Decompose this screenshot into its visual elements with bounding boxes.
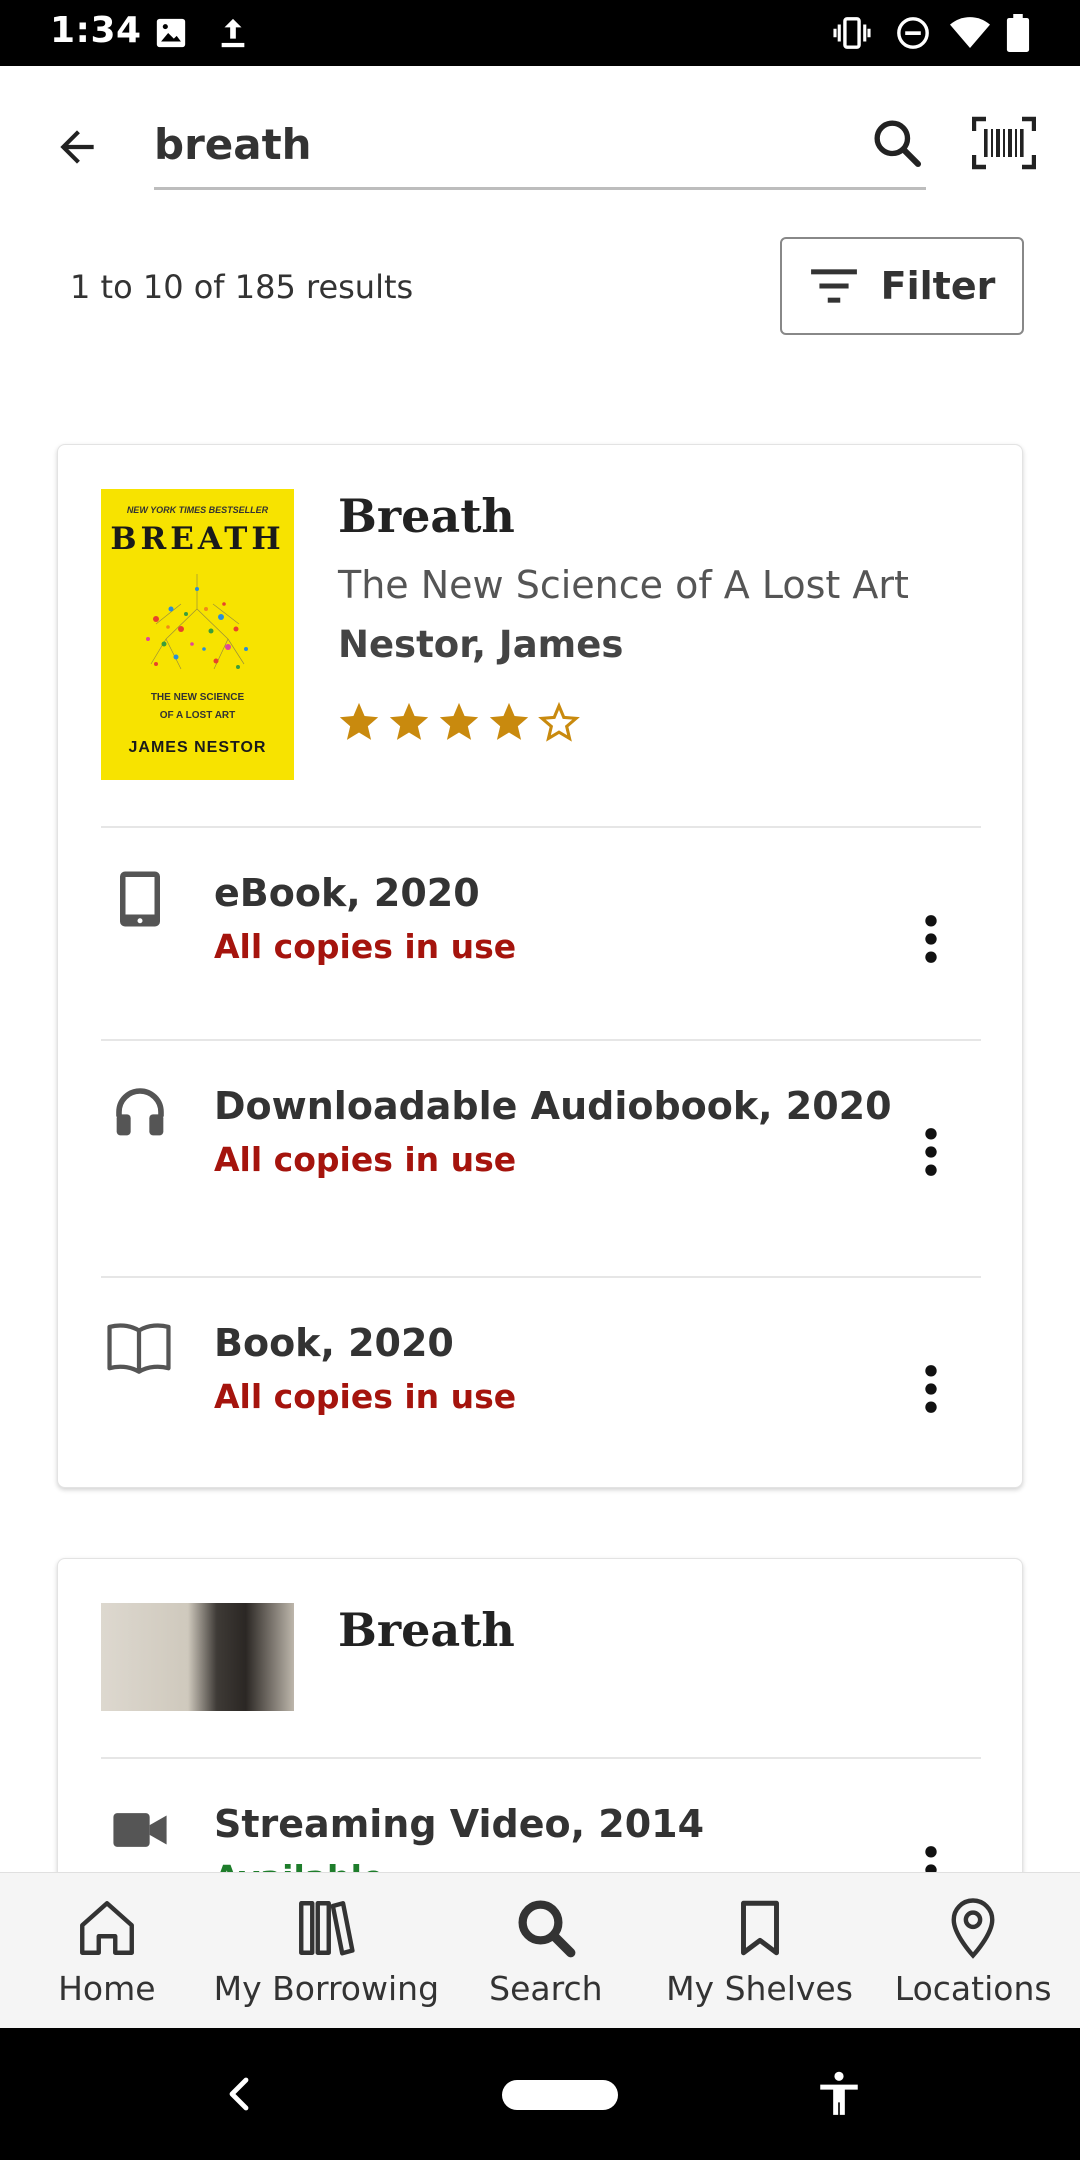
- nav-label: My Borrowing: [213, 1969, 440, 2008]
- search-icon: [518, 1900, 576, 1958]
- item-title[interactable]: Breath: [338, 1603, 515, 1657]
- availability-status: All copies in use: [214, 1377, 517, 1416]
- do-not-disturb-icon: [896, 16, 930, 55]
- availability-status: All copies in use: [214, 927, 517, 966]
- video-cover[interactable]: [101, 1603, 294, 1711]
- location-pin-icon: [951, 1898, 995, 1959]
- bookmark-icon: [740, 1900, 779, 1956]
- headphones-icon: [108, 1080, 172, 1144]
- format-name: eBook, 2020: [214, 871, 480, 915]
- book-cover[interactable]: NEW YORK TIMES BESTSELLER BREATH THE NEW…: [101, 489, 294, 780]
- cover-lungs-art: [146, 574, 248, 670]
- filter-icon: [810, 269, 857, 303]
- battery-icon: [1006, 14, 1030, 57]
- availability-status: All copies in use: [214, 1140, 517, 1179]
- format-name: Streaming Video, 2014: [214, 1802, 705, 1846]
- nav-home[interactable]: Home: [0, 1873, 214, 2028]
- cover-tag: NEW YORK TIMES BESTSELLER: [126, 505, 269, 515]
- nav-label: Home: [58, 1969, 156, 2008]
- item-title[interactable]: Breath: [338, 489, 515, 543]
- star-filled-icon: [339, 702, 379, 740]
- more-vertical-icon: [925, 915, 937, 963]
- cover-author: JAMES NESTOR: [128, 739, 267, 756]
- search-icon: [874, 120, 922, 168]
- status-bar: 1:34: [0, 0, 1080, 66]
- star-filled-icon: [489, 702, 529, 740]
- item-author[interactable]: Nestor, James: [338, 623, 623, 666]
- nav-search[interactable]: Search: [439, 1873, 653, 2028]
- accessibility-icon: [820, 2071, 858, 2115]
- format-name: Book, 2020: [214, 1321, 454, 1365]
- item-subtitle: The New Science of A Lost Art: [338, 563, 909, 607]
- star-filled-icon: [389, 702, 429, 740]
- video-camera-icon: [108, 1798, 172, 1862]
- more-vertical-icon: [925, 1128, 937, 1176]
- nav-locations[interactable]: Locations: [866, 1873, 1080, 2028]
- more-vertical-icon: [925, 1365, 937, 1413]
- bottom-nav: Home My Borrowing Search My Shelves Loca…: [0, 1872, 1080, 2028]
- more-options-button[interactable]: [906, 1112, 956, 1192]
- nav-label: Search: [489, 1969, 603, 2008]
- star-filled-icon: [439, 702, 479, 740]
- accessibility-button[interactable]: [814, 2068, 864, 2120]
- more-options-button[interactable]: [906, 899, 956, 979]
- vibrate-icon: [832, 16, 872, 55]
- format-row-ebook[interactable]: eBook, 2020 All copies in use: [58, 827, 1024, 1039]
- back-arrow-icon: [60, 130, 94, 164]
- result-card[interactable]: NEW YORK TIMES BESTSELLER BREATH THE NEW…: [57, 444, 1023, 1488]
- filter-label: Filter: [880, 264, 996, 308]
- cover-subtitle: THE NEW SCIENCE OF A LOST ART: [150, 692, 245, 721]
- books-icon: [299, 1901, 355, 1956]
- upload-icon: [216, 16, 250, 55]
- barcode-icon: [972, 116, 1036, 170]
- wifi-icon: [950, 16, 990, 55]
- back-button[interactable]: [42, 112, 112, 182]
- search-query[interactable]: breath: [154, 120, 312, 169]
- image-icon: [154, 16, 188, 55]
- result-count: 1 to 10 of 185 results: [70, 268, 414, 306]
- barcode-scan-button[interactable]: [966, 108, 1042, 178]
- system-home-pill[interactable]: [502, 2080, 618, 2110]
- filter-button[interactable]: Filter: [780, 237, 1024, 335]
- nav-label: My Shelves: [666, 1969, 853, 2008]
- status-time: 1:34: [50, 10, 142, 51]
- system-back-button[interactable]: [220, 2072, 260, 2116]
- home-icon: [79, 1901, 134, 1955]
- search-input[interactable]: breath: [154, 110, 926, 190]
- cover-title: BREATH: [110, 521, 285, 557]
- nav-my-borrowing[interactable]: My Borrowing: [214, 1873, 439, 2028]
- format-row-book[interactable]: Book, 2020 All copies in use: [58, 1277, 1024, 1489]
- tablet-icon: [108, 867, 172, 931]
- star-empty-icon: [538, 701, 580, 742]
- nav-label: Locations: [894, 1969, 1052, 2008]
- open-book-icon: [104, 1315, 174, 1379]
- search-button[interactable]: [862, 108, 932, 178]
- star-rating: [336, 699, 582, 745]
- format-name: Downloadable Audiobook, 2020: [214, 1084, 892, 1128]
- system-nav-bar: [0, 2028, 1080, 2160]
- more-options-button[interactable]: [906, 1349, 956, 1429]
- nav-my-shelves[interactable]: My Shelves: [653, 1873, 867, 2028]
- system-back-icon: [229, 2077, 249, 2111]
- format-row-audiobook[interactable]: Downloadable Audiobook, 2020 All copies …: [58, 1040, 1024, 1276]
